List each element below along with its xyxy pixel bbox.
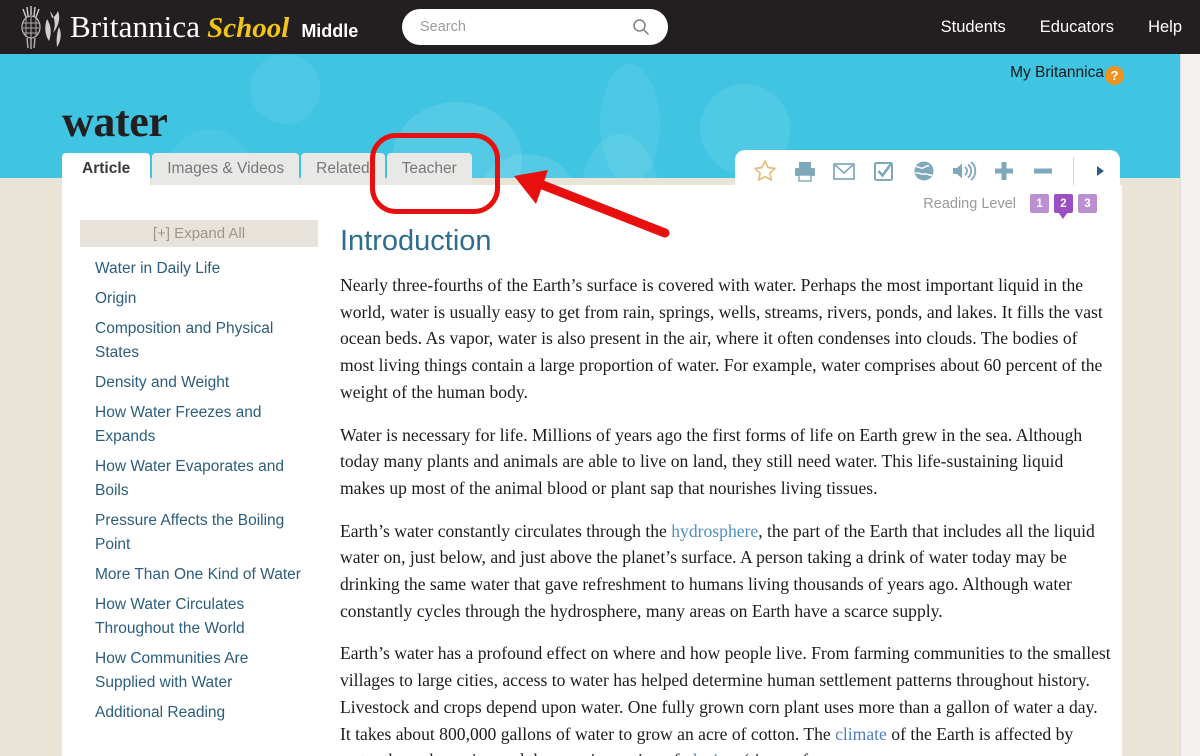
page-title: water [62, 97, 168, 146]
increase-text-icon[interactable] [984, 151, 1024, 191]
toc-item-how-water-evaporates-and-boils[interactable]: How Water Evaporates and Boils [80, 455, 302, 503]
search-icon[interactable] [632, 18, 650, 41]
britannica-thistle-logo-icon[interactable] [14, 3, 68, 53]
article-paragraph-4: Earth’s water has a profound effect on w… [340, 640, 1112, 756]
decrease-text-icon[interactable] [1023, 151, 1063, 191]
paragraph-3-text-before: Earth’s water constantly circulates thro… [340, 520, 672, 541]
reading-level-2[interactable]: 2 [1054, 194, 1073, 219]
toc-item-how-water-circulates-throughout-the-world[interactable]: How Water Circulates Throughout the Worl… [80, 593, 302, 641]
toc-item-how-communities-are-supplied-with-water[interactable]: How Communities Are Supplied with Water [80, 647, 302, 695]
toc-item-composition-and-physical-states[interactable]: Composition and Physical States [80, 317, 302, 365]
toc-item-additional-reading[interactable]: Additional Reading [80, 701, 302, 725]
table-of-contents: [+] Expand All Water in Daily Life Origi… [80, 220, 318, 731]
search-box[interactable] [402, 9, 668, 45]
reading-level-1[interactable]: 1 [1030, 194, 1049, 213]
toc-item-water-in-daily-life[interactable]: Water in Daily Life [80, 257, 302, 281]
paragraph-4-text-after: (rivers of [739, 750, 808, 756]
article-tabs: Article Images & Videos Related Teacher [62, 153, 474, 185]
reading-level-control: Reading Level 1 2 3 [923, 194, 1102, 219]
page-root: Britannica School Middle Students Educat… [0, 0, 1200, 756]
toc-item-origin[interactable]: Origin [80, 287, 302, 311]
article-paragraph-1: Nearly three-fourths of the Earth’s surf… [340, 275, 1103, 402]
top-navigation-bar: Britannica School Middle Students Educat… [0, 0, 1200, 54]
toc-item-more-than-one-kind-of-water[interactable]: More Than One Kind of Water [80, 563, 302, 587]
toc-item-density-and-weight[interactable]: Density and Weight [80, 371, 302, 395]
page-scrollbar[interactable] [1180, 54, 1200, 756]
article-tools-panel: Reading Level 1 2 3 [735, 150, 1120, 230]
toc-item-how-water-freezes-and-expands[interactable]: How Water Freezes and Expands [80, 401, 302, 449]
article-paragraph-2: Water is necessary for life. Millions of… [340, 424, 1083, 498]
top-nav-links: Students Educators Help [907, 0, 1182, 54]
brand-britannica-text: Britannica [70, 9, 201, 44]
expand-all-button[interactable]: [+] Expand All [80, 220, 318, 247]
brand-school-text: School [207, 12, 290, 44]
toolbar-divider [1073, 157, 1075, 185]
tab-images-videos[interactable]: Images & Videos [152, 153, 300, 185]
more-arrow-icon[interactable] [1080, 151, 1120, 191]
brand-lockup[interactable]: Britannica School Middle [70, 9, 358, 45]
article-body: Introduction Nearly three-fourths of the… [340, 225, 1112, 756]
nav-link-help[interactable]: Help [1148, 18, 1182, 37]
search-input[interactable] [420, 12, 620, 42]
nav-link-educators[interactable]: Educators [1040, 18, 1114, 37]
help-question-icon[interactable]: ? [1105, 66, 1124, 85]
article-paragraph-3: Earth’s water constantly circulates thro… [340, 518, 1112, 625]
toc-item-pressure-affects-the-boiling-point[interactable]: Pressure Affects the Boiling Point [80, 509, 302, 557]
link-hydrosphere[interactable]: hydrosphere [671, 521, 758, 541]
listen-speaker-icon[interactable] [944, 151, 984, 191]
article-tools-row [735, 150, 1120, 192]
link-climate[interactable]: climate [835, 724, 887, 744]
article-content-panel: [+] Expand All Water in Daily Life Origi… [62, 185, 1122, 756]
banner-bubble-decoration [250, 54, 320, 124]
link-glaciers[interactable]: glaciers [684, 750, 739, 756]
brand-level-text: Middle [301, 21, 359, 41]
tab-teacher[interactable]: Teacher [386, 153, 472, 185]
my-britannica-link[interactable]: My Britannica [1010, 64, 1104, 82]
tab-article[interactable]: Article [62, 153, 151, 185]
nav-link-students[interactable]: Students [941, 18, 1006, 37]
toc-list: Water in Daily Life Origin Composition a… [80, 257, 318, 725]
translate-globe-icon[interactable] [904, 151, 944, 191]
assign-checkbox-icon[interactable] [864, 151, 904, 191]
reading-level-label: Reading Level [923, 195, 1016, 212]
print-icon[interactable] [785, 151, 825, 191]
tab-related[interactable]: Related [301, 153, 385, 185]
reading-level-3[interactable]: 3 [1078, 194, 1097, 213]
email-icon[interactable] [825, 151, 865, 191]
favorite-star-icon[interactable] [745, 151, 785, 191]
